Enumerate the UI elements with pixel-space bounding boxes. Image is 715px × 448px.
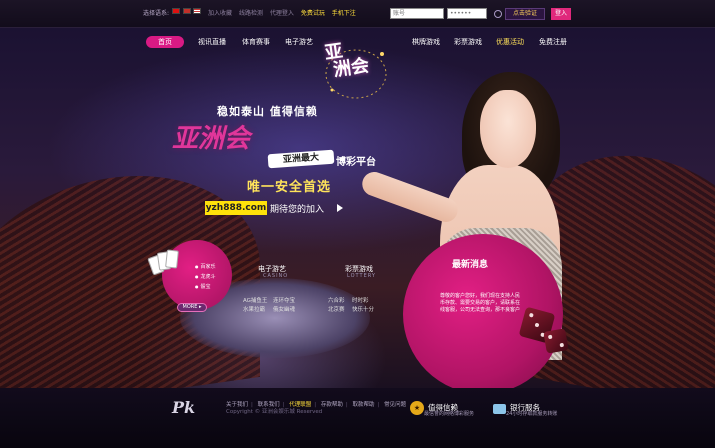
footer-link-faq[interactable]: 常见问题 [384,402,406,408]
electronic-link[interactable]: 连环夺宝 [273,296,295,304]
news-title: 最新消息 [452,260,489,270]
badge-bank-subtitle: 24小时存取款服务转账 [506,411,558,417]
more-arrow-icon: ▸ [198,304,202,310]
nav-sports[interactable]: 体育赛事 [236,36,276,48]
nav-home[interactable]: 首页 [146,36,184,48]
lottery-link[interactable]: 时时彩 [352,296,369,304]
more-label: MORE [182,304,198,310]
lottery-link[interactable]: 北京赛 [328,305,345,313]
link-free-trial[interactable]: 免费试玩 [301,10,325,17]
game-sicbo[interactable]: 骰宝 [195,282,216,292]
slogan-join: 期待您的加入 [270,205,325,215]
nav-chess[interactable]: 棋牌游戏 [406,36,446,48]
bank-card-icon [493,404,506,414]
model-face [480,90,536,168]
logo-line2: 洲会 [331,55,371,81]
footer-link-withdraw-help[interactable]: 取款帮助 [353,402,375,408]
captcha-icon[interactable] [494,10,502,18]
verify-button[interactable]: 点击验证 [505,8,545,20]
play-arrow-icon[interactable] [337,204,343,212]
dice-icon [543,328,569,354]
lottery-link[interactable]: 六合彩 [328,296,345,304]
game-baccarat[interactable]: 百家乐 [195,262,216,272]
lottery-link[interactable]: 快乐十分 [352,305,374,313]
slogan-platform: 博彩平台 [336,157,376,168]
link-mobile-bet[interactable]: 手机下注 [332,10,356,17]
electronic-link[interactable]: 俄女幽魂 [273,305,295,313]
flag-cn-icon[interactable] [172,8,180,14]
nav-promotions[interactable]: 优惠活动 [490,36,530,48]
featured-game-list: 百家乐 龙虎斗 骰宝 [195,262,216,292]
footer-link-deposit-help[interactable]: 存款帮助 [321,402,343,408]
electronic-link[interactable]: AG捕鱼王 [243,296,267,304]
nav-live-video[interactable]: 视讯直播 [192,36,232,48]
electronic-link[interactable]: 水果拉霸 [243,305,265,313]
playing-cards-icon [147,249,190,278]
nav-lottery[interactable]: 彩票游戏 [448,36,488,48]
top-utility-bar: 选择语系: 加入收藏 线路检测 代理登入 免费试玩 手机下注 点击验证 登入 [0,0,715,28]
footer-logo: Pk [172,398,196,417]
site-logo[interactable]: 亚 洲会 [323,39,371,81]
nav-electronic[interactable]: 电子游艺 [279,36,319,48]
more-button[interactable]: MORE ▸ [177,303,207,312]
slogan-trust: 稳如泰山 值得信赖 [217,105,318,118]
link-bookmark[interactable]: 加入收藏 [208,10,232,17]
nav-register[interactable]: 免费注册 [533,36,573,48]
trust-medal-icon: ★ [410,401,424,415]
flag-us-icon[interactable] [193,8,201,14]
footer-copyright: Copyright © 亚洲会娱乐城 Reserved [226,409,323,415]
slogan-safe-choice: 唯一安全首选 [247,180,332,195]
link-line-check[interactable]: 线路检测 [239,10,263,17]
flag-hk-icon[interactable] [183,8,191,14]
language-label: 选择语系: [143,10,170,17]
username-input[interactable] [390,8,444,19]
site-url-badge[interactable]: yzh888.com [205,201,267,215]
brand-calligraphy: 亚洲会 [172,124,251,154]
link-agent-login[interactable]: 代理登入 [270,10,294,17]
lottery-subtitle: LOTTERY [347,273,376,279]
electronic-subtitle: CASINO [263,273,289,279]
news-body[interactable]: 尊敬的客户您好，我们现在支持人民币存款、需要交易的客户，请联系在线客服，公司无法… [440,293,520,314]
login-button[interactable]: 登入 [551,8,571,20]
game-dragon-tiger[interactable]: 龙虎斗 [195,272,216,282]
badge-trust-subtitle: 最信誉的网络博彩服务 [424,411,475,417]
footer [0,388,715,448]
top-links: 加入收藏 线路检测 代理登入 免费试玩 手机下注 [208,8,361,17]
password-input[interactable] [447,8,487,19]
